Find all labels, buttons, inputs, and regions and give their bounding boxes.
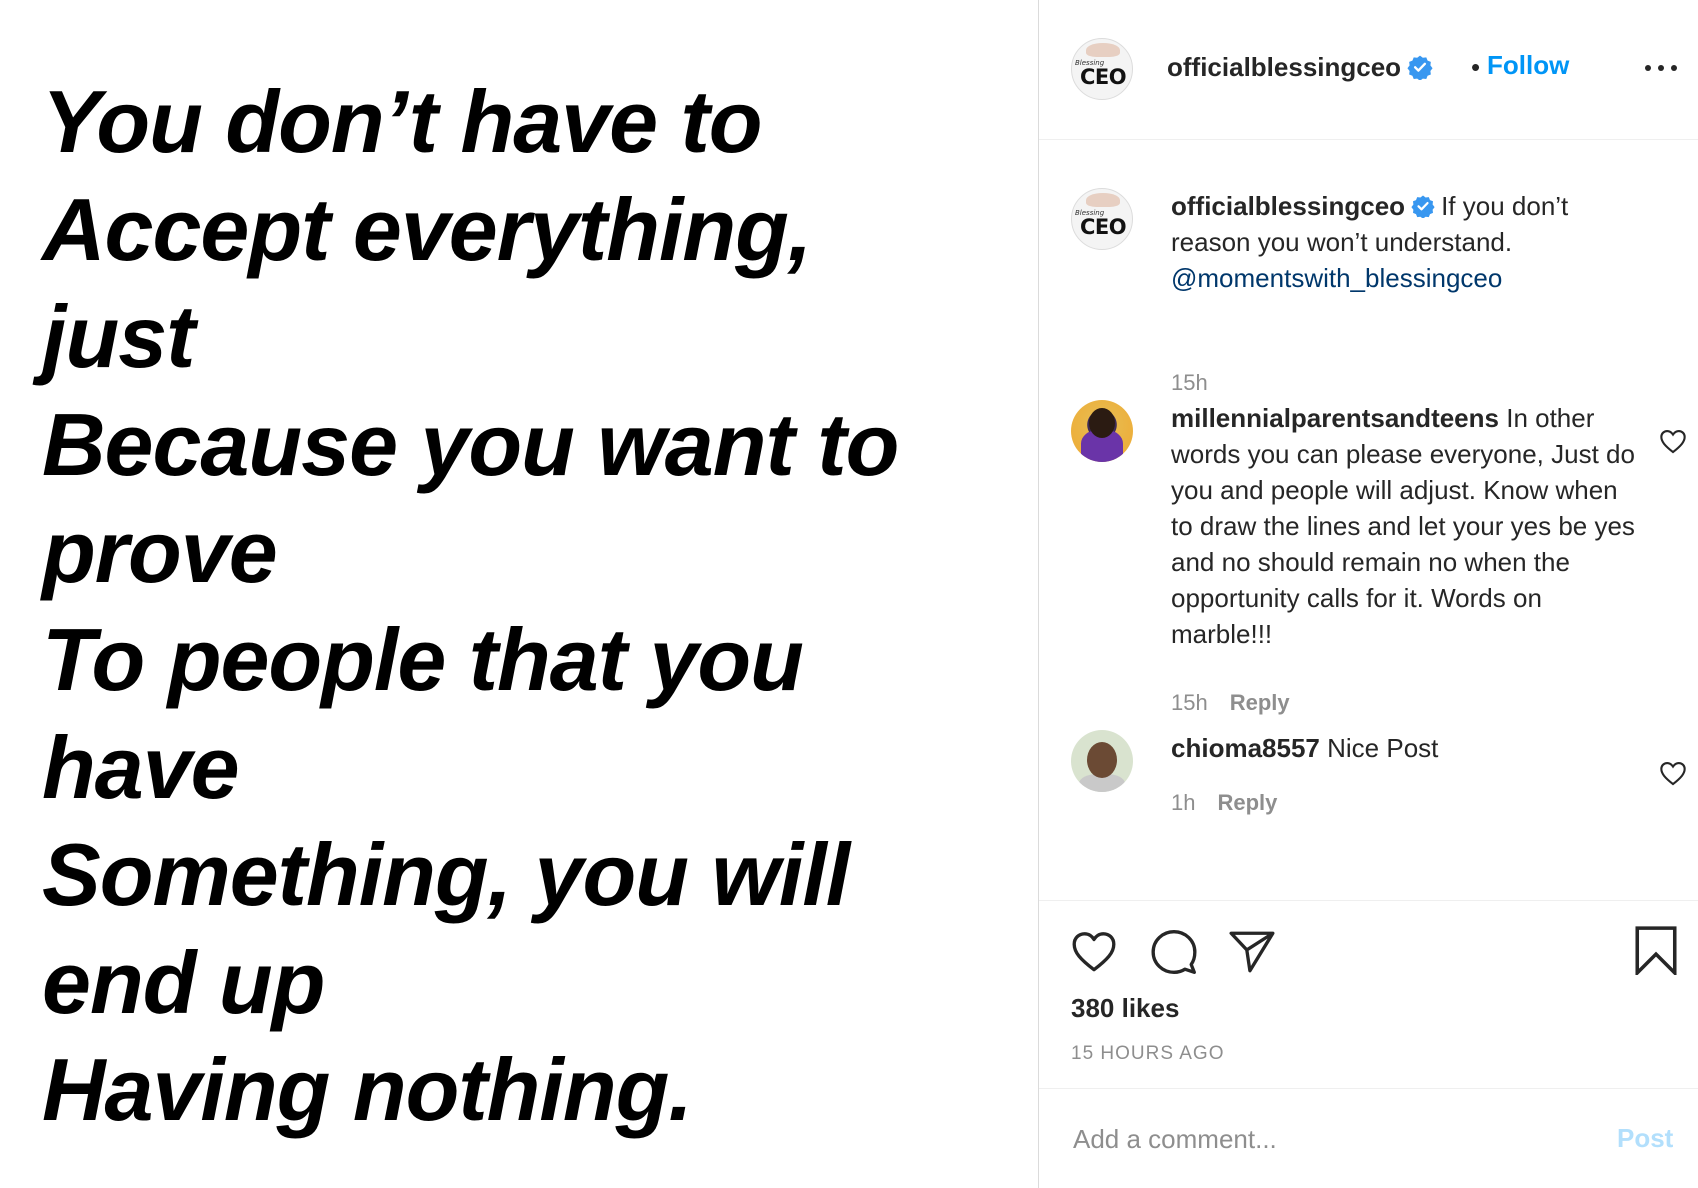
share-icon[interactable] [1227, 927, 1277, 977]
post-button[interactable]: Post [1617, 1123, 1673, 1154]
caption-body: officialblessingceo If you don’t reason y… [1171, 188, 1641, 296]
heart-icon[interactable] [1069, 927, 1119, 977]
avatar[interactable]: Blessing CEO [1071, 38, 1133, 100]
comment-text: Nice Post [1327, 733, 1439, 763]
more-options-icon[interactable] [1641, 58, 1681, 78]
comment-text: In other words you can please everyone, … [1171, 403, 1635, 649]
quote-line: just [42, 287, 195, 387]
follow-button[interactable]: Follow [1487, 50, 1569, 81]
username: officialblessingceo [1167, 52, 1402, 82]
separator-dot: • [1471, 52, 1481, 82]
avatar-head [1089, 408, 1115, 438]
avatar-label: CEO [1079, 65, 1127, 89]
mention-link[interactable]: @momentswith_blessingceo [1171, 263, 1502, 293]
avatar-hand-graphic [1086, 193, 1120, 207]
post-timestamp[interactable]: 15 HOURS AGO [1071, 1043, 1225, 1065]
instagram-post: You don’t have to Accept everything, jus… [0, 0, 1698, 1188]
avatar[interactable] [1071, 730, 1133, 792]
reply-button[interactable]: Reply [1230, 690, 1290, 715]
verified-badge-icon [1407, 55, 1433, 81]
quote-line: You don’t have to [42, 72, 763, 171]
header-username-link[interactable]: officialblessingceo [1167, 52, 1433, 83]
comment-username[interactable]: millennialparentsandteens [1171, 403, 1499, 433]
bookmark-icon[interactable] [1631, 925, 1681, 975]
quote-line: have [42, 717, 240, 817]
add-comment-bar: Post [1039, 1088, 1698, 1188]
quote-line: prove [42, 502, 278, 602]
avatar-label: CEO [1079, 215, 1127, 239]
likes-count[interactable]: 380 likes [1071, 993, 1179, 1024]
action-bar: 380 likes 15 HOURS AGO [1039, 900, 1698, 1088]
side-panel: Blessing CEO officialblessingceo • Follo… [1038, 0, 1698, 1188]
quote-text: You don’t have to Accept everything, jus… [42, 68, 899, 1144]
quote-line: Something, you will [42, 825, 850, 925]
comment-heart-icon[interactable] [1659, 760, 1687, 786]
quote-line: To people that you [42, 609, 804, 709]
comments-list[interactable]: Blessing CEO officialblessingceo If you d… [1039, 140, 1698, 900]
timestamp[interactable]: 15h [1171, 690, 1208, 715]
quote-line: end up [42, 932, 325, 1032]
quote-line: Having nothing. [42, 1040, 693, 1140]
timestamp[interactable]: 1h [1171, 790, 1195, 815]
caption-meta: 15h [1171, 370, 1208, 396]
verified-badge-icon [1411, 195, 1435, 219]
caption-username[interactable]: officialblessingceo [1171, 191, 1405, 221]
post-image[interactable]: You don’t have to Accept everything, jus… [0, 0, 1038, 1188]
comment-username[interactable]: chioma8557 [1171, 733, 1320, 763]
avatar[interactable]: Blessing CEO [1071, 188, 1133, 250]
avatar-head [1087, 742, 1117, 778]
quote-line: Because you want to [42, 394, 899, 494]
avatar-hand-graphic [1086, 43, 1120, 57]
reply-button[interactable]: Reply [1217, 790, 1277, 815]
comment-meta: 15h Reply [1171, 690, 1290, 716]
comment-input[interactable] [1071, 1113, 1575, 1165]
comment-meta: 1h Reply [1171, 790, 1277, 816]
avatar[interactable] [1071, 400, 1133, 462]
comment-icon[interactable] [1149, 927, 1199, 977]
comment-body: millennialparentsandteens In other words… [1171, 400, 1641, 652]
comment-heart-icon[interactable] [1659, 428, 1687, 454]
post-header: Blessing CEO officialblessingceo • Follo… [1039, 0, 1698, 140]
comment-body: chioma8557 Nice Post [1171, 730, 1641, 766]
timestamp[interactable]: 15h [1171, 370, 1208, 395]
quote-line: Accept everything, [42, 179, 812, 279]
